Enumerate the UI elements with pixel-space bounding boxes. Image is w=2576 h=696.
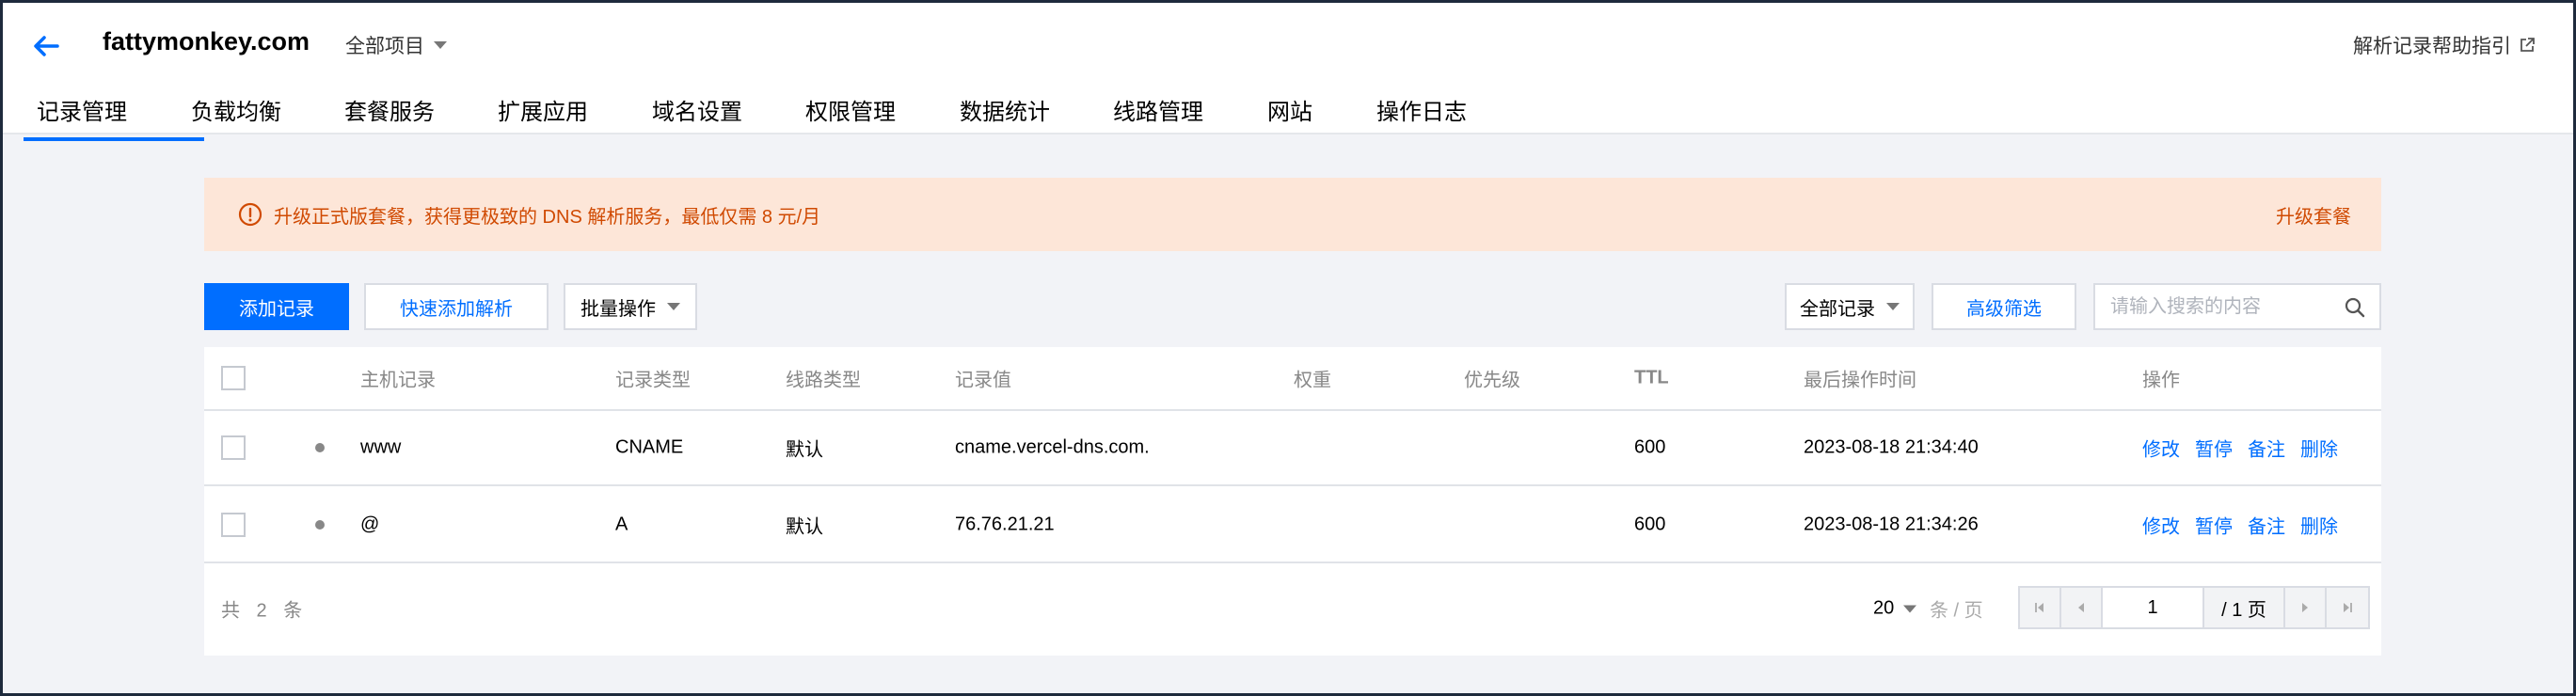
row-checkbox[interactable] — [221, 435, 246, 460]
tab-extensions[interactable]: 扩展应用 — [498, 93, 652, 137]
column-weight: 权重 — [1294, 370, 1331, 391]
warning-icon — [238, 202, 262, 227]
record-filter-select[interactable]: 全部记录 — [1785, 283, 1915, 330]
page-size-select[interactable]: 20 — [1873, 597, 1917, 620]
edit-link[interactable]: 修改 — [2142, 435, 2180, 462]
app-window: fattymonkey.com 全部项目 解析记录帮助指引 记录管理 负载均衡 … — [3, 3, 2573, 693]
edit-link[interactable]: 修改 — [2142, 512, 2180, 539]
page-size-unit: 条 / 页 — [1930, 600, 1983, 622]
cell-updated: 2023-08-18 21:34:40 — [1804, 436, 1979, 458]
caret-down-icon — [1903, 605, 1917, 612]
caret-down-icon — [434, 41, 447, 49]
column-type: 记录类型 — [615, 370, 691, 391]
project-select[interactable]: 全部项目 — [345, 31, 447, 59]
records-table: 主机记录 记录类型 线路类型 记录值 权重 优先级 TTL 最后操作时间 操作 … — [204, 347, 2381, 656]
next-page-button[interactable] — [2285, 588, 2327, 627]
page-number-input[interactable] — [2103, 588, 2204, 627]
tab-domain-settings[interactable]: 域名设置 — [652, 93, 805, 137]
pause-link[interactable]: 暂停 — [2195, 435, 2233, 462]
prev-page-icon — [2078, 603, 2084, 612]
cell-host: @ — [360, 514, 380, 535]
first-page-icon — [2035, 603, 2043, 612]
batch-actions-label: 批量操作 — [580, 298, 656, 320]
status-dot-icon — [315, 443, 325, 452]
upgrade-banner: 升级正式版套餐，获得更极致的 DNS 解析服务，最低仅需 8 元/月 升级套餐 — [204, 178, 2381, 251]
total-pages: / 1 页 — [2204, 588, 2285, 627]
cell-ttl: 600 — [1634, 436, 1666, 458]
cell-updated: 2023-08-18 21:34:26 — [1804, 514, 1979, 535]
status-dot-icon — [315, 520, 325, 530]
help-link[interactable]: 解析记录帮助指引 — [2353, 31, 2536, 59]
advanced-filter-button[interactable]: 高级筛选 — [1932, 283, 2076, 330]
tab-records[interactable]: 记录管理 — [24, 93, 204, 141]
column-ttl: TTL — [1634, 367, 1669, 388]
search-icon[interactable] — [2344, 296, 2366, 319]
cell-ttl: 600 — [1634, 514, 1666, 535]
tab-load-balance[interactable]: 负载均衡 — [191, 93, 344, 137]
banner-text: 升级正式版套餐，获得更极致的 DNS 解析服务，最低仅需 8 元/月 — [274, 206, 821, 228]
search-box — [2093, 283, 2381, 330]
upgrade-link[interactable]: 升级套餐 — [2276, 201, 2351, 229]
cell-type: A — [615, 514, 628, 535]
tab-packages[interactable]: 套餐服务 — [344, 93, 498, 137]
page-size-value: 20 — [1873, 597, 1895, 619]
table-header: 主机记录 记录类型 线路类型 记录值 权重 优先级 TTL 最后操作时间 操作 — [204, 347, 2381, 411]
pause-link[interactable]: 暂停 — [2195, 512, 2233, 539]
column-value: 记录值 — [955, 370, 1011, 391]
first-page-button[interactable] — [2020, 588, 2061, 627]
cell-line: 默认 — [786, 516, 823, 538]
help-link-label: 解析记录帮助指引 — [2353, 36, 2511, 57]
tab-line-management[interactable]: 线路管理 — [1113, 93, 1267, 137]
last-page-icon — [2344, 603, 2352, 612]
search-input[interactable] — [2110, 285, 2336, 328]
pager: / 1 页 — [2018, 586, 2370, 629]
column-updated: 最后操作时间 — [1804, 370, 1916, 391]
header: fattymonkey.com 全部项目 解析记录帮助指引 记录管理 负载均衡 … — [3, 3, 2573, 141]
column-priority: 优先级 — [1464, 370, 1520, 391]
back-arrow-icon[interactable] — [29, 29, 63, 63]
batch-actions-dropdown[interactable]: 批量操作 — [564, 283, 697, 330]
tab-operation-log[interactable]: 操作日志 — [1376, 93, 1489, 137]
external-link-icon — [2520, 38, 2535, 52]
column-actions: 操作 — [2142, 370, 2180, 391]
cell-line: 默认 — [786, 439, 823, 461]
cell-host: www — [360, 436, 402, 458]
remark-link[interactable]: 备注 — [2248, 512, 2285, 539]
tab-website[interactable]: 网站 — [1267, 93, 1376, 137]
tab-bar: 记录管理 负载均衡 套餐服务 扩展应用 域名设置 权限管理 数据统计 线路管理 … — [24, 93, 1489, 141]
add-record-button[interactable]: 添加记录 — [204, 283, 349, 330]
record-filter-label: 全部记录 — [1800, 298, 1875, 320]
last-page-button[interactable] — [2327, 588, 2368, 627]
quick-add-button[interactable]: 快速添加解析 — [364, 283, 549, 330]
delete-link[interactable]: 删除 — [2300, 435, 2338, 462]
tab-statistics[interactable]: 数据统计 — [960, 93, 1113, 137]
next-page-icon — [2302, 603, 2308, 612]
cell-value: cname.vercel-dns.com. — [955, 436, 1150, 458]
column-host: 主机记录 — [360, 370, 436, 391]
table-row: www CNAME 默认 cname.vercel-dns.com. 600 2… — [204, 411, 2381, 486]
delete-link[interactable]: 删除 — [2300, 512, 2338, 539]
row-actions: 修改 暂停 备注 删除 — [2142, 435, 2338, 462]
table-footer: 共 2 条 20 条 / 页 / 1 页 — [204, 562, 2381, 656]
remark-link[interactable]: 备注 — [2248, 435, 2285, 462]
total-count: 共 2 条 — [221, 600, 309, 622]
row-checkbox[interactable] — [221, 513, 246, 537]
caret-down-icon — [667, 303, 680, 310]
column-line: 线路类型 — [786, 370, 861, 391]
select-all-checkbox[interactable] — [221, 366, 246, 390]
tab-permissions[interactable]: 权限管理 — [805, 93, 960, 137]
caret-down-icon — [1886, 303, 1900, 310]
row-actions: 修改 暂停 备注 删除 — [2142, 512, 2338, 539]
prev-page-button[interactable] — [2061, 588, 2103, 627]
project-select-label: 全部项目 — [345, 36, 424, 57]
domain-title: fattymonkey.com — [103, 27, 310, 55]
cell-value: 76.76.21.21 — [955, 514, 1055, 535]
table-row: @ A 默认 76.76.21.21 600 2023-08-18 21:34:… — [204, 488, 2381, 563]
cell-type: CNAME — [615, 436, 684, 458]
